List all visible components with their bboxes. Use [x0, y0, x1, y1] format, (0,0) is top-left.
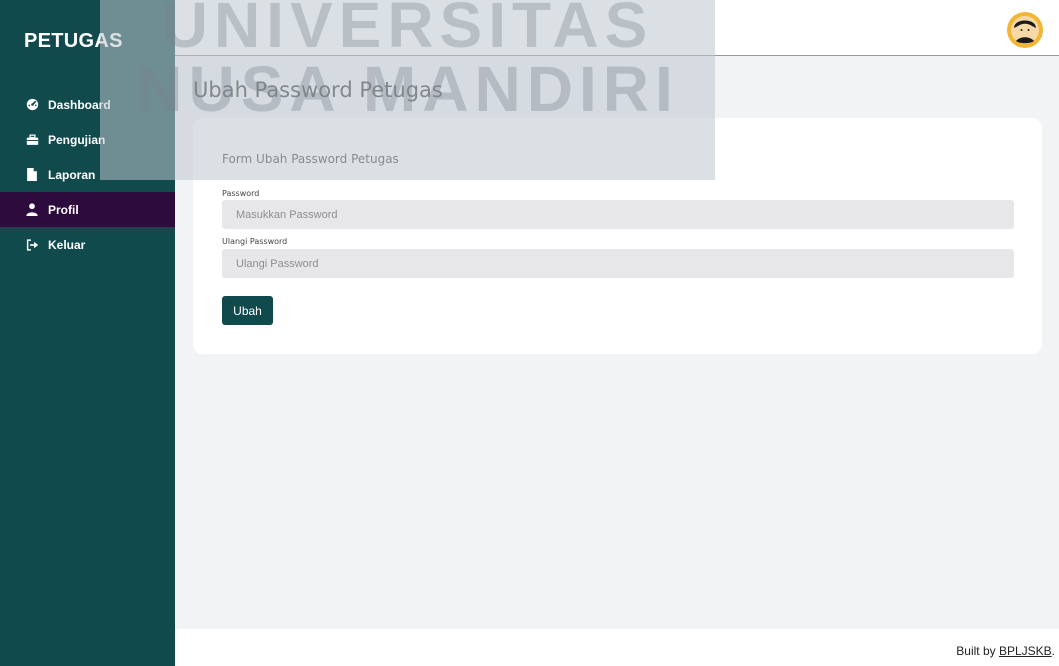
sidebar-item-profil[interactable]: Profil	[0, 192, 175, 227]
footer-text: Built by BPLJSKB.	[956, 644, 1055, 658]
user-icon	[24, 203, 40, 216]
repeat-password-input[interactable]	[222, 249, 1014, 278]
sidebar-item-keluar[interactable]: Keluar	[0, 227, 175, 262]
sidebar-item-laporan[interactable]: Laporan	[0, 157, 175, 192]
briefcase-icon	[24, 134, 40, 146]
sidebar-item-dashboard[interactable]: Dashboard	[0, 87, 175, 122]
footer-prefix: Built by	[956, 644, 999, 658]
password-input[interactable]	[222, 200, 1014, 229]
sidebar-item-pengujian[interactable]: Pengujian	[0, 122, 175, 157]
sidebar-item-label: Dashboard	[48, 97, 111, 112]
sidebar-item-label: Profil	[48, 202, 79, 217]
form-card: Form Ubah Password Petugas Password Ulan…	[193, 118, 1042, 354]
sidebar-item-label: Pengujian	[48, 132, 106, 147]
sign-out-icon	[24, 238, 40, 251]
password-label: Password	[222, 189, 260, 198]
sidebar-item-label: Keluar	[48, 237, 86, 252]
footer: Built by BPLJSKB.	[175, 629, 1059, 666]
file-icon	[24, 168, 40, 181]
page-title: Ubah Password Petugas	[193, 78, 443, 102]
dashboard-gauge-icon	[24, 98, 40, 111]
repeat-password-label: Ulangi Password	[222, 237, 288, 246]
form-title: Form Ubah Password Petugas	[222, 152, 399, 166]
footer-link[interactable]: BPLJSKB	[999, 644, 1052, 658]
sidebar-item-label: Laporan	[48, 167, 96, 182]
sidebar-brand: PETUGAS	[24, 30, 123, 52]
topbar	[175, 0, 1059, 56]
submit-button[interactable]: Ubah	[222, 296, 273, 325]
footer-suffix: .	[1051, 644, 1055, 658]
sidebar: PETUGAS Dashboard Pengujian Laporan Prof…	[0, 0, 175, 666]
user-avatar-icon[interactable]	[1007, 12, 1043, 48]
